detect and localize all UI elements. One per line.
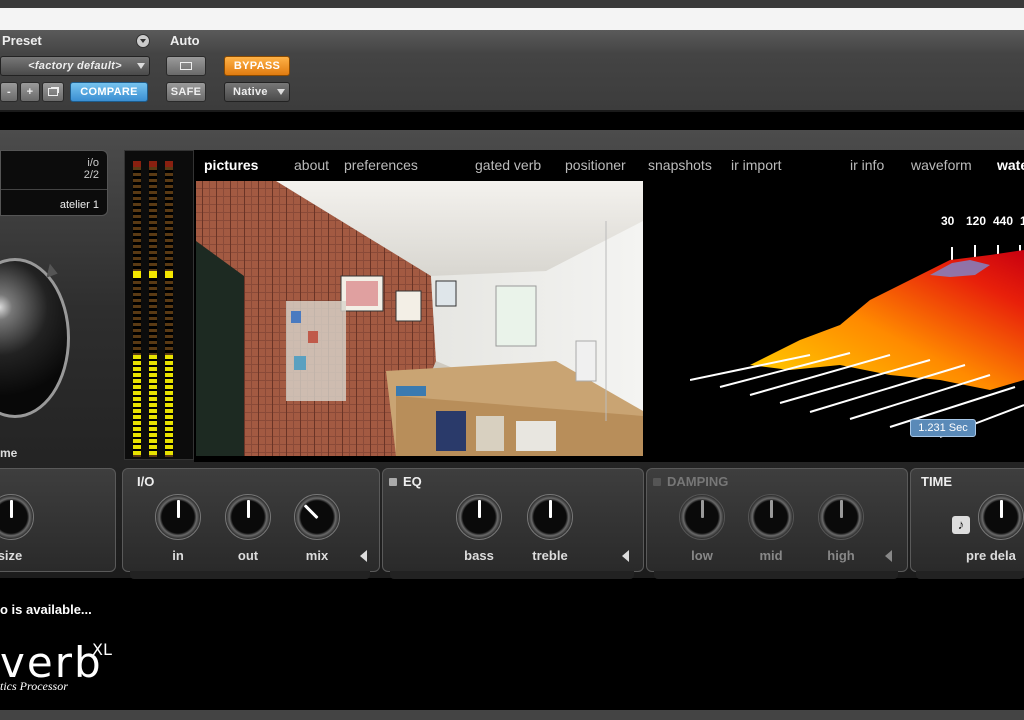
meter-fill [149, 355, 157, 455]
low-label: low [691, 548, 713, 563]
room-photo-image [196, 181, 643, 456]
mid-knob[interactable] [748, 494, 794, 540]
size-label: size [0, 548, 23, 563]
ir-name: atelier 1 [59, 199, 99, 211]
chevron-down-icon [277, 89, 285, 95]
preset-menu-icon[interactable] [136, 34, 150, 48]
high-label: high [827, 548, 855, 563]
io-tab [130, 571, 370, 579]
time-title: TIME [921, 474, 953, 489]
bass-label: bass [464, 548, 494, 563]
mix-label: mix [305, 548, 329, 563]
tempo-sync-button[interactable]: ♪ [952, 516, 970, 534]
waterfall-display [689, 205, 1024, 455]
damping-tab [654, 571, 898, 579]
plugin-top-spacer [0, 112, 1024, 132]
bottom-bar [0, 710, 1024, 720]
product-tagline: tics Processor [0, 679, 68, 693]
compare-button[interactable]: COMPARE [70, 82, 148, 102]
chevron-down-icon [137, 63, 145, 69]
link-button[interactable] [166, 56, 206, 76]
treble-label: treble [532, 548, 568, 563]
safe-button[interactable]: SAFE [166, 82, 206, 102]
preset-plus-button[interactable]: + [20, 82, 40, 102]
preset-label: Preset [2, 33, 42, 48]
meter-fill [133, 355, 141, 455]
plugin-header [0, 30, 1024, 112]
out-label: out [237, 548, 259, 563]
eq-enable-toggle[interactable] [389, 478, 397, 486]
copy-icon [48, 88, 58, 96]
link-icon [180, 62, 192, 70]
pre-delay-knob[interactable] [978, 494, 1024, 540]
section-eq: EQ [382, 468, 644, 572]
eq-tab [390, 571, 634, 579]
time-readout: 1.231 Sec [910, 419, 976, 437]
tab-preferences[interactable]: preferences [344, 157, 418, 173]
peak-led [149, 161, 157, 167]
damping-enable-toggle[interactable] [653, 478, 661, 486]
volume-label: me [0, 446, 18, 460]
treble-knob[interactable] [527, 494, 573, 540]
level-meters [124, 150, 194, 460]
mix-knob[interactable] [294, 494, 340, 540]
io-title: I/O [137, 474, 155, 489]
tab-gated-verb[interactable]: gated verb [475, 157, 541, 173]
native-dropdown[interactable]: Native [224, 82, 290, 102]
peak-led [165, 161, 173, 167]
in-knob[interactable] [155, 494, 201, 540]
preset-value: <factory default> [28, 60, 122, 72]
auto-label: Auto [170, 33, 200, 48]
low-knob[interactable] [679, 494, 725, 540]
tab-waterfall[interactable]: wate [997, 157, 1024, 173]
eq-title: EQ [403, 474, 422, 489]
meter-fill [165, 355, 173, 455]
tab-positioner[interactable]: positioner [565, 157, 626, 173]
io-value: 2/2 [83, 169, 99, 181]
tab-ir-import[interactable]: ir import [731, 157, 782, 173]
music-note-icon: ♪ [957, 517, 965, 532]
host-white-band [0, 8, 1024, 30]
time-tab [916, 571, 1024, 579]
ir-selector[interactable]: i/o 2/2 atelier 1 [0, 150, 108, 216]
damping-title: DAMPING [667, 474, 729, 489]
ir-divider [1, 189, 107, 190]
collapse-arrow-icon[interactable] [885, 550, 892, 562]
bypass-button[interactable]: BYPASS [224, 56, 290, 76]
pre-delay-label: pre dela [966, 548, 1016, 563]
out-knob[interactable] [225, 494, 271, 540]
preset-dropdown[interactable]: <factory default> [0, 56, 150, 76]
product-logo-suffix: XL [92, 640, 112, 659]
native-value: Native [233, 86, 268, 98]
bass-knob[interactable] [456, 494, 502, 540]
in-label: in [172, 548, 184, 563]
preset-minus-button[interactable]: - [0, 82, 18, 102]
peak-hold [149, 271, 157, 278]
io-label: i/o [87, 157, 99, 169]
mid-label: mid [759, 548, 783, 563]
room-photo [196, 181, 643, 456]
peak-led [133, 161, 141, 167]
tab-ir-info[interactable]: ir info [850, 157, 884, 173]
collapse-arrow-icon[interactable] [360, 550, 367, 562]
io-display: i/o 2/2 [84, 157, 99, 181]
tab-about[interactable]: about [294, 157, 329, 173]
update-available-link[interactable]: o is available... [0, 602, 92, 617]
tab-snapshots[interactable]: snapshots [648, 157, 712, 173]
host-title-strip [0, 0, 1024, 8]
waterfall-graph [689, 245, 1024, 438]
high-knob[interactable] [818, 494, 864, 540]
copy-settings-button[interactable] [42, 82, 64, 102]
collapse-arrow-icon[interactable] [622, 550, 629, 562]
peak-hold [133, 271, 141, 278]
tab-waveform[interactable]: waveform [911, 157, 972, 173]
peak-hold [165, 271, 173, 278]
tab-pictures[interactable]: pictures [204, 157, 258, 173]
